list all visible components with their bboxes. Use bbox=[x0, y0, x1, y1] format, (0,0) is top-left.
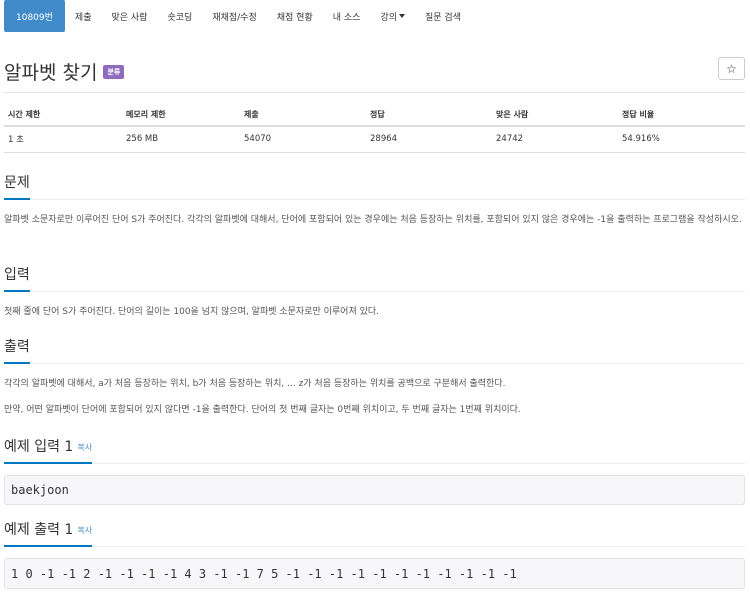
title-divider bbox=[4, 92, 745, 93]
section-output: 출력 bbox=[4, 336, 745, 364]
section-input-title: 입력 bbox=[4, 264, 30, 292]
header-submissions: 제출 bbox=[240, 104, 366, 127]
section-sample-input: 예제 입력 1 복사 bbox=[4, 436, 745, 464]
cell-accept-ratio: 54.916% bbox=[618, 126, 745, 153]
copy-sample-output-link[interactable]: 복사 bbox=[77, 526, 92, 535]
nav-submit[interactable]: 제출 bbox=[65, 0, 102, 32]
section-input: 입력 bbox=[4, 264, 745, 292]
problem-description: 알파벳 소문자로만 이루어진 단어 S가 주어진다. 각각의 알파벳에 대해서,… bbox=[4, 215, 742, 225]
star-button[interactable]: ☆ bbox=[718, 57, 745, 80]
category-badge[interactable]: 분류 bbox=[103, 64, 125, 79]
problem-title-row: 알파벳 찾기 분류 bbox=[4, 58, 125, 85]
section-problem: 문제 bbox=[4, 172, 745, 200]
copy-sample-input-link[interactable]: 복사 bbox=[77, 443, 92, 452]
section-problem-title: 문제 bbox=[4, 172, 30, 200]
caret-down-icon bbox=[399, 14, 405, 18]
output-description-1: 각각의 알파벳에 대해서, a가 처음 등장하는 위치, b가 처음 등장하는 … bbox=[4, 379, 506, 389]
header-accepted: 정답 bbox=[366, 104, 492, 127]
nav-lecture-label: 강의 bbox=[380, 12, 397, 23]
cell-time-limit: 1 초 bbox=[4, 126, 122, 153]
header-accept-ratio: 정답 비율 bbox=[618, 104, 745, 127]
header-memory-limit: 메모리 제한 bbox=[122, 104, 240, 127]
section-output-title: 출력 bbox=[4, 336, 30, 364]
nav-status[interactable]: 채점 현황 bbox=[267, 0, 323, 32]
sample-output-title: 예제 출력 1 bbox=[4, 522, 74, 538]
header-accepted-users: 맞은 사람 bbox=[492, 104, 618, 127]
sample-input-heading: 예제 입력 1 복사 bbox=[4, 436, 93, 464]
nav-problem-number[interactable]: 10809번 bbox=[4, 0, 65, 32]
sample-output-box[interactable]: 1 0 -1 -1 2 -1 -1 -1 -1 4 3 -1 -1 7 5 -1… bbox=[4, 558, 745, 589]
cell-memory-limit: 256 MB bbox=[122, 126, 240, 153]
nav-accepted-users[interactable]: 맞은 사람 bbox=[101, 0, 157, 32]
header-time-limit: 시간 제한 bbox=[4, 104, 122, 127]
nav-lecture-dropdown[interactable]: 강의 bbox=[370, 0, 415, 32]
cell-accepted-users: 24742 bbox=[492, 126, 618, 153]
sample-output-heading: 예제 출력 1 복사 bbox=[4, 519, 93, 547]
input-description: 첫째 줄에 단어 S가 주어진다. 단어의 길이는 100을 넘지 않으며, 알… bbox=[4, 307, 380, 317]
output-description-2: 만약, 어떤 알파벳이 단어에 포함되어 있지 않다면 -1을 출력한다. 단어… bbox=[4, 405, 521, 415]
nav-short-coding[interactable]: 숏코딩 bbox=[157, 0, 202, 32]
sample-input-box[interactable]: baekjoon bbox=[4, 475, 745, 505]
nav-my-source[interactable]: 내 소스 bbox=[323, 0, 371, 32]
cell-accepted: 28964 bbox=[366, 126, 492, 153]
section-sample-output: 예제 출력 1 복사 bbox=[4, 519, 745, 547]
star-icon: ☆ bbox=[726, 61, 737, 76]
table-header-row: 시간 제한 메모리 제한 제출 정답 맞은 사람 정답 비율 bbox=[4, 104, 745, 127]
problem-info-table: 시간 제한 메모리 제한 제출 정답 맞은 사람 정답 비율 1 초 256 M… bbox=[4, 104, 745, 153]
nav-question-search[interactable]: 질문 검색 bbox=[415, 0, 471, 32]
table-row: 1 초 256 MB 54070 28964 24742 54.916% bbox=[4, 126, 745, 153]
nav-rejudge[interactable]: 재채점/수정 bbox=[202, 0, 266, 32]
page-title: 알파벳 찾기 bbox=[4, 62, 98, 84]
cell-submissions: 54070 bbox=[240, 126, 366, 153]
sample-input-title: 예제 입력 1 bbox=[4, 439, 74, 455]
problem-nav: 10809번 제출 맞은 사람 숏코딩 재채점/수정 채점 현황 내 소스 강의… bbox=[4, 0, 471, 32]
